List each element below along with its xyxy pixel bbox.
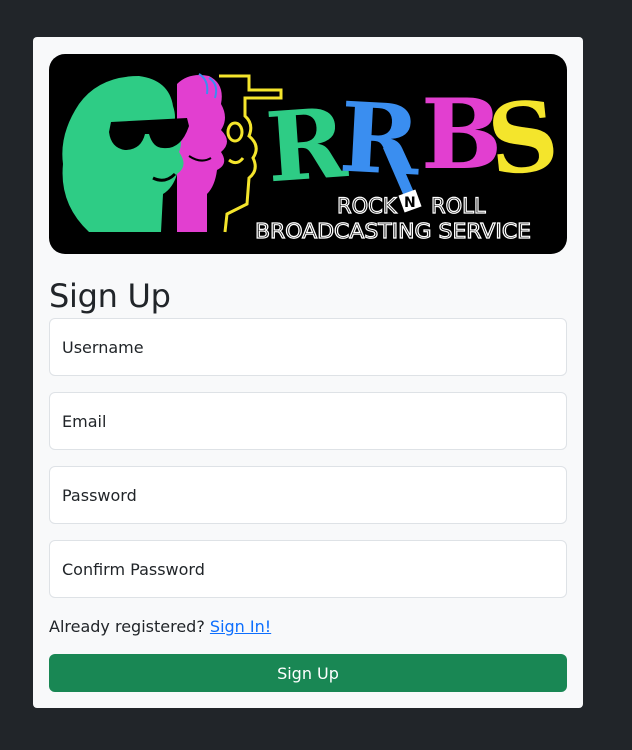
sign-in-link[interactable]: Sign In! — [210, 617, 271, 636]
logo-roll-text: ROLL — [431, 194, 486, 218]
already-registered-row: Already registered? Sign In! — [49, 617, 271, 636]
password-input[interactable] — [50, 467, 566, 523]
green-face-figure — [62, 76, 189, 232]
logo-letter-s: S — [483, 78, 564, 198]
email-field-wrapper — [49, 392, 567, 450]
rrbs-logo: R R B S N ROCK ROLL BROADCASTING SERVICE — [62, 73, 564, 244]
logo-n-text: N — [404, 195, 416, 211]
username-input[interactable] — [50, 319, 566, 375]
signup-card: R R B S N ROCK ROLL BROADCASTING SERVICE… — [33, 37, 583, 708]
username-field-wrapper — [49, 318, 567, 376]
rrbs-logo-banner: R R B S N ROCK ROLL BROADCASTING SERVICE — [49, 54, 567, 254]
already-registered-text: Already registered? — [49, 617, 205, 636]
magenta-face-figure — [177, 73, 227, 232]
confirm-password-input[interactable] — [50, 541, 566, 597]
email-input[interactable] — [50, 393, 566, 449]
rrbs-letters: R R B S — [263, 78, 564, 204]
password-field-wrapper — [49, 466, 567, 524]
logo-broadcasting-text: BROADCASTING SERVICE — [255, 219, 531, 243]
confirm-password-field-wrapper — [49, 540, 567, 598]
page-title: Sign Up — [49, 277, 171, 315]
logo-rock-text: ROCK — [337, 194, 398, 218]
logo-letter-r2: R — [337, 81, 424, 198]
sign-up-button[interactable]: Sign Up — [49, 654, 567, 692]
